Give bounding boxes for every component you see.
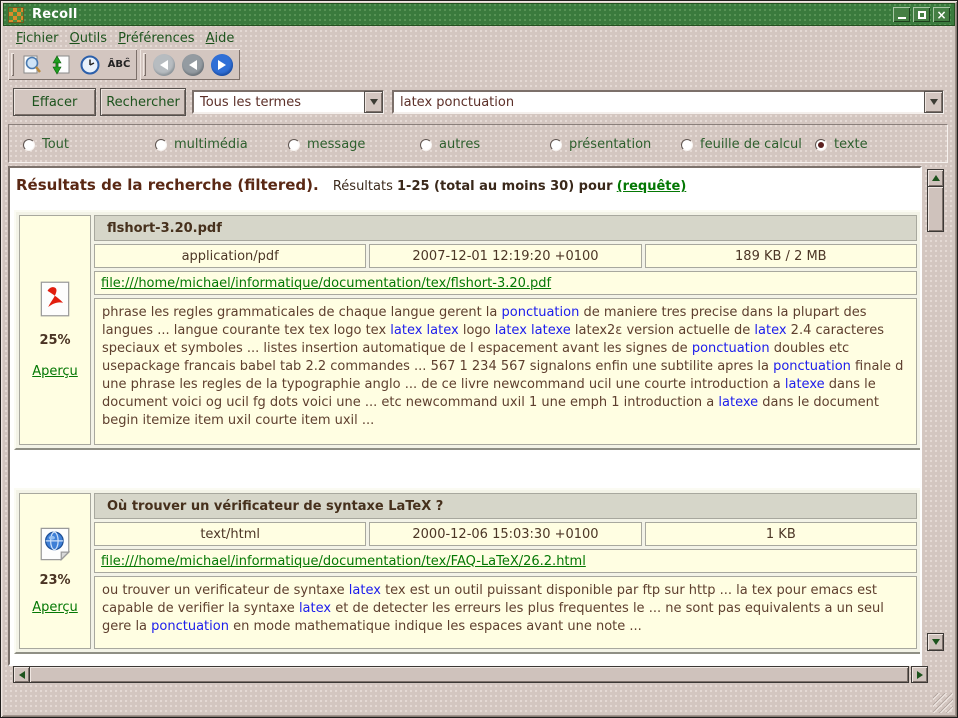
radio-icon[interactable] bbox=[155, 139, 167, 151]
query-input[interactable]: latex ponctuation bbox=[392, 90, 944, 114]
radio-icon[interactable] bbox=[815, 139, 827, 151]
arrow-left-icon bbox=[19, 671, 25, 679]
result-size: 1 KB bbox=[645, 522, 917, 546]
results-list[interactable]: Résultats de la recherche (filtered). Ré… bbox=[8, 166, 922, 666]
sort-parameters-button[interactable] bbox=[48, 53, 74, 77]
arrow-down-icon bbox=[932, 639, 940, 645]
clock-icon bbox=[79, 54, 101, 76]
close-icon: × bbox=[936, 9, 946, 21]
search-button[interactable]: Rechercher bbox=[101, 89, 185, 115]
menu-outils[interactable]: Outils bbox=[70, 31, 108, 46]
category-filter-panel: Tout multimédia message autres présentat… bbox=[8, 124, 948, 163]
menu-bar: Fichier Outils Préférences Aide bbox=[4, 28, 954, 48]
document-sort-icon bbox=[50, 54, 72, 76]
radio-icon[interactable] bbox=[550, 139, 562, 151]
filter-presentation[interactable]: présentation bbox=[550, 137, 651, 152]
radio-icon[interactable] bbox=[23, 139, 35, 151]
pdf-file-icon bbox=[40, 281, 70, 317]
toolbar-grip[interactable] bbox=[11, 53, 14, 76]
maximize-button[interactable] bbox=[913, 7, 930, 22]
filter-message[interactable]: message bbox=[288, 137, 365, 152]
menu-aide[interactable]: Aide bbox=[206, 31, 235, 46]
result-item-2: 23% Aperçu Où trouver un vérificateur de… bbox=[14, 488, 922, 654]
result-title[interactable]: Où trouver un vérificateur de syntaxe La… bbox=[94, 493, 917, 519]
spellcheck-abc-icon: ÂBĈ bbox=[108, 59, 131, 70]
history-button[interactable] bbox=[77, 53, 103, 77]
document-search-icon bbox=[21, 54, 43, 76]
result-size: 189 KB / 2 MB bbox=[645, 244, 917, 268]
relevance-percent: 23% bbox=[39, 573, 70, 588]
filter-tout[interactable]: Tout bbox=[23, 137, 69, 152]
arrow-left-icon bbox=[153, 54, 175, 76]
search-mode-value: Tous les termes bbox=[194, 95, 365, 110]
results-header: Résultats de la recherche (filtered). Ré… bbox=[16, 176, 686, 194]
close-button[interactable]: × bbox=[933, 7, 950, 22]
query-details-link[interactable]: (requête) bbox=[617, 179, 687, 194]
vertical-scroll-thumb[interactable] bbox=[928, 187, 943, 231]
result-url-cell: file:///home/michael/informatique/docume… bbox=[94, 549, 917, 573]
filter-texte[interactable]: texte bbox=[815, 137, 868, 152]
result-url-cell: file:///home/michael/informatique/docume… bbox=[94, 271, 917, 295]
result-meta-row: text/html 2000-12-06 15:03:30 +0100 1 KB bbox=[94, 522, 917, 546]
radio-icon[interactable] bbox=[288, 139, 300, 151]
menu-fichier[interactable]: Fichier bbox=[16, 31, 59, 46]
arrow-up-icon bbox=[932, 175, 940, 181]
filter-multimedia[interactable]: multimédia bbox=[155, 137, 248, 152]
term-explorer-button[interactable]: ÂBĈ bbox=[106, 53, 132, 77]
query-value: latex ponctuation bbox=[394, 95, 925, 110]
clear-button[interactable]: Effacer bbox=[14, 89, 95, 115]
result-snippet: phrase les regles grammaticales de chaqu… bbox=[94, 298, 917, 445]
arrow-right-icon bbox=[211, 54, 233, 76]
toolbar-main-group: ÂBĈ bbox=[8, 49, 137, 80]
result-meta-row: application/pdf 2007-12-01 12:19:20 +010… bbox=[94, 244, 917, 268]
minimize-button[interactable] bbox=[893, 7, 910, 22]
result-url-link[interactable]: file:///home/michael/informatique/docume… bbox=[101, 276, 551, 291]
window-title: Recoll bbox=[32, 7, 78, 22]
scroll-right-button[interactable] bbox=[912, 667, 927, 682]
arrow-right-icon bbox=[917, 671, 923, 679]
filter-autres[interactable]: autres bbox=[420, 137, 480, 152]
advanced-search-button[interactable] bbox=[19, 53, 45, 77]
radio-icon[interactable] bbox=[681, 139, 693, 151]
html-page-icon bbox=[40, 527, 70, 561]
chevron-down-icon[interactable] bbox=[925, 92, 942, 112]
horizontal-scroll-thumb[interactable] bbox=[30, 667, 908, 682]
nav-previous-page-button[interactable] bbox=[180, 53, 206, 77]
arrow-left-icon bbox=[182, 54, 204, 76]
preview-link[interactable]: Aperçu bbox=[32, 600, 78, 615]
maximize-icon bbox=[918, 11, 926, 19]
resize-grip[interactable] bbox=[933, 693, 953, 713]
recoll-app-icon bbox=[8, 7, 24, 23]
result-date: 2000-12-06 15:03:30 +0100 bbox=[369, 522, 641, 546]
result-url-link[interactable]: file:///home/michael/informatique/docume… bbox=[101, 554, 586, 569]
result-date: 2007-12-01 12:19:20 +0100 bbox=[369, 244, 641, 268]
search-mode-select[interactable]: Tous les termes bbox=[192, 90, 384, 114]
menu-preferences[interactable]: Préférences bbox=[118, 31, 194, 46]
result-title[interactable]: flshort-3.20.pdf bbox=[94, 215, 917, 241]
nav-next-page-button[interactable] bbox=[209, 53, 235, 77]
toolbar-nav-group bbox=[140, 49, 240, 80]
scroll-up-button[interactable] bbox=[928, 170, 943, 186]
vertical-scrollbar[interactable] bbox=[928, 170, 943, 666]
radio-icon[interactable] bbox=[420, 139, 432, 151]
filter-feuille-de-calcul[interactable]: feuille de calcul bbox=[681, 137, 802, 152]
toolbar-grip[interactable] bbox=[143, 53, 146, 76]
nav-first-page-button[interactable] bbox=[151, 53, 177, 77]
preview-link[interactable]: Aperçu bbox=[32, 364, 78, 379]
chevron-down-icon[interactable] bbox=[365, 92, 382, 112]
title-bar[interactable]: Recoll × bbox=[3, 3, 955, 26]
minimize-icon bbox=[898, 17, 906, 19]
result-mime: text/html bbox=[94, 522, 366, 546]
relevance-percent: 25% bbox=[39, 333, 70, 348]
result-side-panel: 23% Aperçu bbox=[19, 493, 91, 649]
result-snippet: ou trouver un verificateur de syntaxe la… bbox=[94, 576, 917, 649]
result-mime: application/pdf bbox=[94, 244, 366, 268]
scroll-down-button[interactable] bbox=[928, 634, 943, 650]
results-title: Résultats de la recherche (filtered). bbox=[16, 176, 319, 194]
scroll-left-button[interactable] bbox=[14, 667, 29, 682]
result-item-1: 25% Aperçu flshort-3.20.pdf application/… bbox=[14, 210, 922, 450]
horizontal-scrollbar[interactable] bbox=[14, 667, 927, 682]
result-side-panel: 25% Aperçu bbox=[19, 215, 91, 445]
